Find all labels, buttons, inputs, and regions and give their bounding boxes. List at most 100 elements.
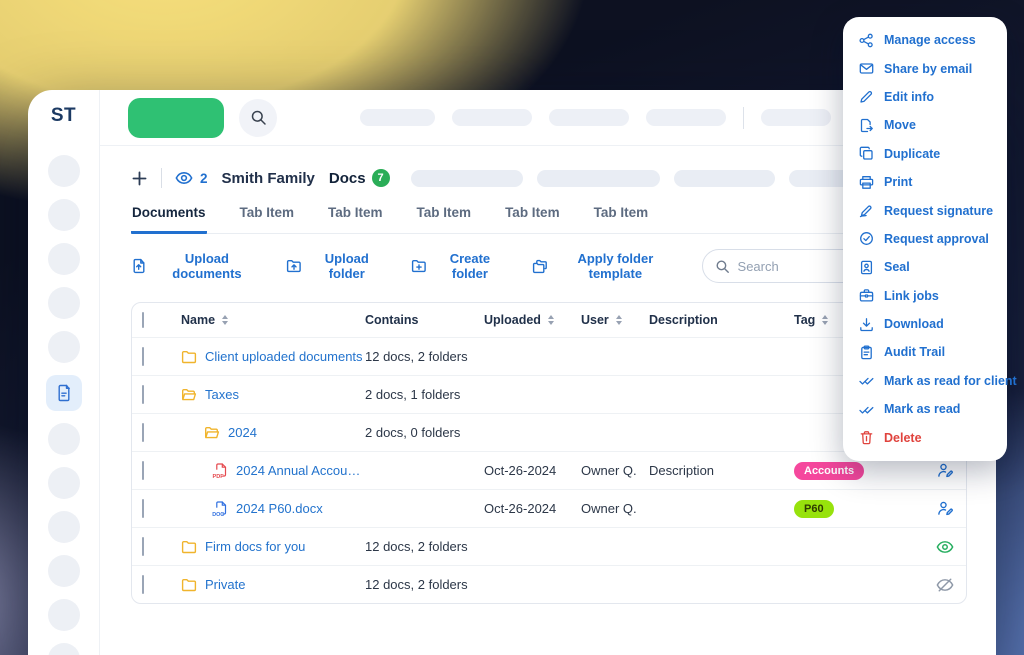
topbar-placeholder-item[interactable] bbox=[452, 109, 532, 126]
sort-icon[interactable] bbox=[222, 315, 228, 326]
upload-documents-button[interactable]: Upload documents bbox=[131, 251, 259, 281]
header-placeholder-item[interactable] bbox=[411, 170, 523, 187]
svg-text:PDF: PDF bbox=[213, 474, 225, 479]
sidebar-item-placeholder[interactable] bbox=[48, 643, 80, 655]
row-checkbox[interactable] bbox=[142, 385, 144, 404]
menu-item-download[interactable]: Download bbox=[843, 310, 1007, 338]
tab-item-3[interactable]: Tab Item bbox=[416, 205, 473, 234]
tag-badge[interactable]: Accounts bbox=[794, 462, 864, 480]
global-search-button[interactable] bbox=[239, 99, 277, 137]
tag-badge[interactable]: P60 bbox=[794, 500, 834, 518]
menu-item-mark-as-read-for-client[interactable]: Mark as read for client bbox=[843, 367, 1007, 395]
seal-document-icon bbox=[859, 260, 874, 275]
document-icon bbox=[55, 384, 73, 402]
apply-folder-template-button[interactable]: Apply folder template bbox=[532, 251, 674, 281]
header-placeholder-item[interactable] bbox=[674, 170, 775, 187]
tab-documents[interactable]: Documents bbox=[131, 205, 207, 234]
double-check-icon bbox=[859, 373, 874, 388]
menu-item-link-jobs[interactable]: Link jobs bbox=[843, 282, 1007, 310]
primary-action-button[interactable] bbox=[128, 98, 224, 138]
signature-person-icon[interactable] bbox=[937, 462, 954, 479]
signature-pen-icon bbox=[859, 203, 874, 218]
page-title: Docs bbox=[329, 170, 366, 187]
sidebar-item-placeholder[interactable] bbox=[48, 555, 80, 587]
row-checkbox[interactable] bbox=[142, 537, 144, 556]
menu-item-share-by-email[interactable]: Share by email bbox=[843, 54, 1007, 82]
sidebar-item-placeholder[interactable] bbox=[48, 331, 80, 363]
folder-link[interactable]: Firm docs for you bbox=[205, 539, 305, 554]
sidebar-item-placeholder[interactable] bbox=[48, 199, 80, 231]
tab-item-2[interactable]: Tab Item bbox=[327, 205, 384, 234]
menu-item-mark-as-read[interactable]: Mark as read bbox=[843, 395, 1007, 423]
topbar-placeholder-item[interactable] bbox=[646, 109, 726, 126]
row-checkbox[interactable] bbox=[142, 423, 144, 442]
signature-person-icon[interactable] bbox=[937, 500, 954, 517]
page-header: 2 Smith Family Docs 7 bbox=[131, 168, 967, 188]
column-header-name: Name bbox=[181, 313, 215, 327]
menu-item-delete[interactable]: Delete bbox=[843, 423, 1007, 451]
apply-folder-template-label: Apply folder template bbox=[556, 251, 674, 281]
eye-hidden-icon[interactable] bbox=[936, 576, 954, 594]
menu-item-move[interactable]: Move bbox=[843, 111, 1007, 139]
select-all-checkbox[interactable] bbox=[142, 312, 144, 328]
sidebar-item-placeholder[interactable] bbox=[48, 599, 80, 631]
header-placeholder-item[interactable] bbox=[537, 170, 660, 187]
upload-folder-icon bbox=[286, 258, 302, 274]
tab-item-5[interactable]: Tab Item bbox=[593, 205, 650, 234]
menu-item-audit-trail[interactable]: Audit Trail bbox=[843, 338, 1007, 366]
folder-link[interactable]: Private bbox=[205, 577, 245, 592]
folder-link[interactable]: Taxes bbox=[205, 387, 239, 402]
sort-icon[interactable] bbox=[616, 315, 622, 326]
sidebar-item-placeholder[interactable] bbox=[48, 243, 80, 275]
folder-closed-icon bbox=[181, 539, 197, 555]
printer-icon bbox=[859, 175, 874, 190]
account-name: Smith Family bbox=[222, 170, 315, 187]
upload-folder-button[interactable]: Upload folder bbox=[286, 251, 384, 281]
sidebar-item-placeholder[interactable] bbox=[48, 467, 80, 499]
app-logo: ST bbox=[51, 105, 76, 127]
folder-closed-icon bbox=[181, 577, 197, 593]
context-menu: Manage access Share by email Edit info M… bbox=[843, 17, 1007, 461]
move-file-icon bbox=[859, 118, 874, 133]
download-icon bbox=[859, 317, 874, 332]
sidebar-item-placeholder[interactable] bbox=[48, 155, 80, 187]
menu-item-print[interactable]: Print bbox=[843, 168, 1007, 196]
row-checkbox[interactable] bbox=[142, 347, 144, 366]
sidebar-item-documents[interactable] bbox=[46, 375, 82, 411]
row-checkbox[interactable] bbox=[142, 575, 144, 594]
eye-icon[interactable] bbox=[175, 169, 193, 187]
folder-link[interactable]: 2024 bbox=[228, 425, 257, 440]
sort-icon[interactable] bbox=[822, 315, 828, 326]
row-checkbox[interactable] bbox=[142, 499, 144, 518]
add-icon[interactable] bbox=[131, 170, 148, 187]
topbar-placeholder-item[interactable] bbox=[761, 109, 831, 126]
row-checkbox[interactable] bbox=[142, 461, 144, 480]
create-folder-button[interactable]: Create folder bbox=[411, 251, 506, 281]
topbar-placeholder-item[interactable] bbox=[360, 109, 435, 126]
menu-item-request-signature[interactable]: Request signature bbox=[843, 196, 1007, 224]
sort-icon[interactable] bbox=[548, 315, 554, 326]
menu-item-duplicate[interactable]: Duplicate bbox=[843, 140, 1007, 168]
file-link[interactable]: 2024 Annual Accounts.pdf bbox=[236, 463, 365, 478]
folder-open-icon bbox=[181, 387, 197, 403]
create-folder-icon bbox=[411, 258, 427, 274]
tab-item-1[interactable]: Tab Item bbox=[239, 205, 296, 234]
sidebar-item-placeholder[interactable] bbox=[48, 287, 80, 319]
description-cell: Description bbox=[649, 463, 794, 478]
menu-item-request-approval[interactable]: Request approval bbox=[843, 225, 1007, 253]
menu-item-seal[interactable]: Seal bbox=[843, 253, 1007, 281]
sidebar-item-placeholder[interactable] bbox=[48, 511, 80, 543]
uploaded-cell: Oct-26-2024 bbox=[484, 463, 581, 478]
contains-cell: 2 docs, 0 folders bbox=[365, 425, 484, 440]
menu-item-manage-access[interactable]: Manage access bbox=[843, 26, 1007, 54]
sidebar-item-placeholder[interactable] bbox=[48, 423, 80, 455]
pdf-file-icon: PDF bbox=[212, 463, 228, 479]
topbar-placeholder-item[interactable] bbox=[549, 109, 629, 126]
menu-item-edit-info[interactable]: Edit info bbox=[843, 83, 1007, 111]
contains-cell: 12 docs, 2 folders bbox=[365, 577, 484, 592]
folder-link[interactable]: Client uploaded documents bbox=[205, 349, 363, 364]
tab-item-4[interactable]: Tab Item bbox=[504, 205, 561, 234]
search-icon bbox=[715, 259, 730, 274]
file-link[interactable]: 2024 P60.docx bbox=[236, 501, 323, 516]
eye-visible-icon[interactable] bbox=[936, 538, 954, 556]
